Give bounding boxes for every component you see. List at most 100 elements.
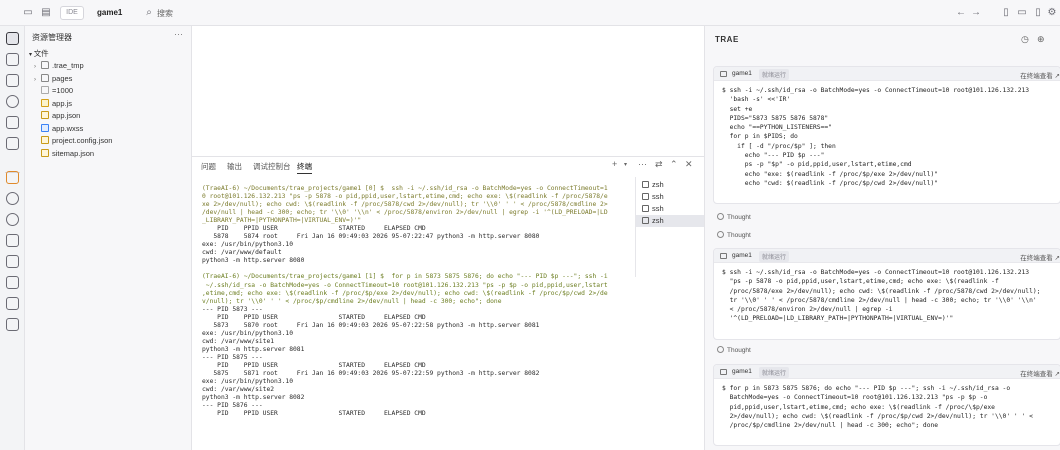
terminal-session-list: zsh ssh ssh zsh: [635, 177, 705, 277]
command-line: 'bash -s' <<'IR': [722, 96, 791, 104]
terminal-line: PID PPID USER STARTED ELAPSED CMD: [202, 361, 426, 369]
status-badge: 就绪运行: [759, 251, 790, 262]
command-card-title: game1: [732, 252, 752, 259]
editor-area[interactable]: [192, 26, 704, 156]
terminal-session-label: ssh: [652, 204, 664, 213]
forward-icon[interactable]: →: [970, 7, 982, 19]
sun-icon[interactable]: [6, 192, 19, 205]
tree-file[interactable]: app.js: [34, 98, 72, 111]
thought-label: Thought: [727, 214, 751, 221]
terminal-line: v/null); tr '\\0' ' ' < /proc/$p/cmdline…: [202, 297, 502, 305]
explorer-root[interactable]: ▾ 文件: [29, 48, 49, 59]
command-line: '^(LD_PRELOAD=|LD_LIBRARY_PATH=|PYTHONPA…: [722, 315, 954, 323]
command-text: $ for p in 5873 5875 5876; do echo "--- …: [714, 379, 1060, 434]
terminal-line: exe: /usr/bin/python3.10: [202, 241, 293, 249]
panel-right-icon[interactable]: ▯: [1032, 7, 1044, 19]
explorer-icon[interactable]: [6, 32, 19, 45]
extensions-icon[interactable]: [6, 116, 19, 129]
ide-mode-badge[interactable]: IDE: [60, 6, 84, 20]
command-line: echo "cwd: $(readlink -f /proc/$p/cwd 2>…: [722, 179, 939, 187]
layout-icon[interactable]: ▤: [40, 7, 52, 19]
terminal-line: cwd: /var/www/default: [202, 249, 282, 257]
panel-left-icon[interactable]: ▯: [1000, 7, 1012, 19]
database-icon[interactable]: [6, 255, 19, 268]
terminal-session[interactable]: ssh: [636, 191, 705, 203]
command-card: game1 就绪运行 在终端查看 ↗ $ ssh -i ~/.ssh/id_rs…: [713, 248, 1060, 340]
tab-output[interactable]: 输出: [227, 161, 242, 172]
more-icon[interactable]: ···: [174, 29, 183, 39]
command-line: /proc/5878/exe 2>/dev/null); echo cwd: \…: [722, 287, 1041, 295]
docs-icon[interactable]: [6, 276, 19, 289]
folder-icon: [41, 73, 49, 82]
terminal-output[interactable]: (TraeAI-6) ~/Documents/trae_projects/gam…: [202, 185, 632, 450]
remote-icon[interactable]: [6, 137, 19, 150]
close-panel-icon[interactable]: ✕: [685, 159, 693, 170]
back-icon[interactable]: ←: [955, 7, 967, 19]
box-icon[interactable]: [6, 297, 19, 310]
command-line: tr '\\0' ' ' < /proc/5878/cmdline 2>/dev…: [722, 296, 1037, 304]
bottom-panel: 问题 输出 调试控制台 终端 + ▾ ··· ⇄ ⌃ ✕ (TraeAI-6) …: [192, 156, 705, 450]
terminal-line: 5875 5871 root Fri Jan 16 09:49:03 2026 …: [202, 370, 540, 378]
command-card-header: game1 就绪运行 在终端查看 ↗: [714, 365, 1060, 379]
view-in-terminal-link[interactable]: 在终端查看 ↗: [1020, 252, 1060, 262]
robot-icon[interactable]: [6, 318, 19, 331]
sidebar-toggle-icon[interactable]: ▭: [22, 7, 34, 19]
command-line: "ps -p 5878 -o pid,ppid,user,lstart,etim…: [722, 278, 999, 286]
chevron-right-icon: ›: [34, 76, 36, 83]
maximize-panel-icon[interactable]: ⌃: [670, 159, 678, 170]
terminal-line: 0 root@101.126.132.213 "ps -p 5878 -o pi…: [202, 193, 608, 201]
terminal-line: ,etime,cmd; echo exe: \$(readlink -f /pr…: [202, 289, 608, 297]
tree-file[interactable]: app.json: [34, 111, 80, 123]
thought-toggle[interactable]: Thought: [717, 213, 751, 221]
view-in-terminal-link[interactable]: 在终端查看 ↗: [1020, 368, 1060, 378]
status-badge: 就绪运行: [759, 367, 790, 378]
terminal-line: exe: /usr/bin/python3.10: [202, 378, 293, 386]
view-in-terminal-link[interactable]: 在终端查看 ↗: [1020, 70, 1060, 80]
search-view-icon[interactable]: [6, 53, 19, 66]
tab-problems[interactable]: 问题: [201, 161, 216, 172]
more-icon[interactable]: ···: [638, 159, 647, 169]
thought-label: Thought: [727, 232, 751, 239]
tree-folder[interactable]: › pages: [34, 73, 72, 86]
activity-bar: [0, 26, 25, 450]
history-icon[interactable]: ◷: [1021, 34, 1029, 45]
file-js-icon: [41, 98, 49, 107]
command-line: 2>/dev/null); echo cwd: \$(readlink -f /…: [722, 412, 1033, 420]
tree-file[interactable]: project.config.json: [34, 136, 112, 148]
tree-file[interactable]: =1000: [34, 86, 73, 98]
command-card: game1 就绪运行 在终端查看 ↗ $ for p in 5873 5875 …: [713, 364, 1060, 446]
terminal-session[interactable]: zsh: [636, 179, 705, 191]
settings-icon[interactable]: ⚙: [1046, 7, 1058, 19]
terminal-icon: [642, 193, 649, 200]
debug-icon[interactable]: [6, 95, 19, 108]
tab-debug-console[interactable]: 调试控制台: [253, 161, 291, 172]
split-terminal-icon[interactable]: ⇄: [655, 159, 663, 170]
title-bar: ▭ ▤ IDE game1 ⌕ 搜索 ← → ▯ ▭ ▯ ⚙: [0, 0, 1060, 26]
terminal-session[interactable]: ssh: [636, 203, 705, 215]
tree-folder[interactable]: › .trae_tmp: [34, 61, 84, 73]
terminal-icon: [720, 71, 727, 77]
thought-toggle[interactable]: Thought: [717, 346, 751, 354]
project-name[interactable]: game1: [97, 8, 122, 17]
terminal-line: PID PPID USER STARTED ELAPSED CMD: [202, 313, 426, 321]
gear-icon[interactable]: [6, 213, 19, 226]
file-json-icon: [41, 136, 49, 144]
tree-file[interactable]: app.wxss: [34, 123, 83, 136]
tree-file[interactable]: sitemap.json: [34, 148, 94, 161]
command-line: < /proc/5878/environ 2>/dev/null | egrep…: [722, 306, 893, 314]
thought-toggle[interactable]: Thought: [717, 231, 751, 239]
thought-icon: [717, 231, 724, 238]
plugin-orange-icon[interactable]: [6, 171, 19, 184]
search-icon[interactable]: ⌕: [143, 7, 155, 19]
search-input[interactable]: 搜索: [157, 8, 173, 19]
panel-bottom-icon[interactable]: ▭: [1016, 7, 1028, 19]
new-chat-icon[interactable]: ⊕: [1037, 34, 1045, 45]
new-terminal-icon[interactable]: +: [612, 159, 617, 169]
tab-terminal[interactable]: 终端: [297, 161, 312, 174]
terminal-session-active[interactable]: zsh: [636, 215, 705, 227]
source-control-icon[interactable]: [6, 74, 19, 87]
puzzle-icon[interactable]: [6, 234, 19, 247]
command-text: $ ssh -i ~/.ssh/id_rsa -o BatchMode=yes …: [714, 81, 1060, 192]
thought-icon: [717, 346, 724, 353]
terminal-dropdown-icon[interactable]: ▾: [624, 161, 627, 168]
